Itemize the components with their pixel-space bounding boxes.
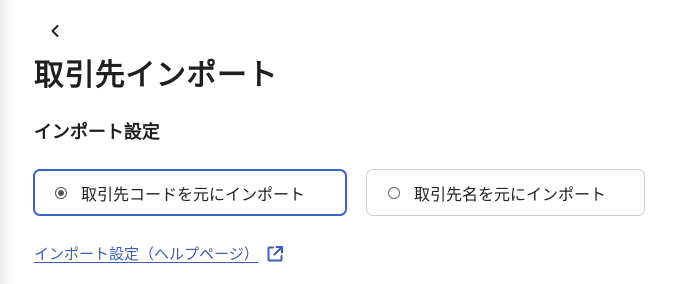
page-title: 取引先インポート (34, 58, 278, 93)
back-button[interactable] (40, 18, 70, 46)
import-by-code-option[interactable]: 取引先コードを元にインポート (33, 169, 347, 216)
option-label: 取引先名を元にインポート (414, 184, 607, 204)
import-settings-help-link[interactable]: インポート設定（ヘルプページ） (34, 243, 285, 264)
import-page: 取引先インポート インポート設定 取引先コードを元にインポート 取引先名を元にイ… (0, 0, 687, 284)
external-link-icon (265, 244, 285, 264)
sidebar-edge (0, 0, 14, 284)
radio-unselected[interactable] (388, 186, 400, 199)
radio-dot (58, 189, 64, 196)
option-label: 取引先コードを元にインポート (81, 184, 306, 204)
chevron-left-icon (48, 23, 62, 42)
radio-selected[interactable] (55, 186, 67, 199)
section-title: インポート設定 (34, 122, 160, 143)
import-by-name-option[interactable]: 取引先名を元にインポート (366, 169, 645, 216)
help-link-label[interactable]: インポート設定（ヘルプページ） (34, 243, 259, 264)
